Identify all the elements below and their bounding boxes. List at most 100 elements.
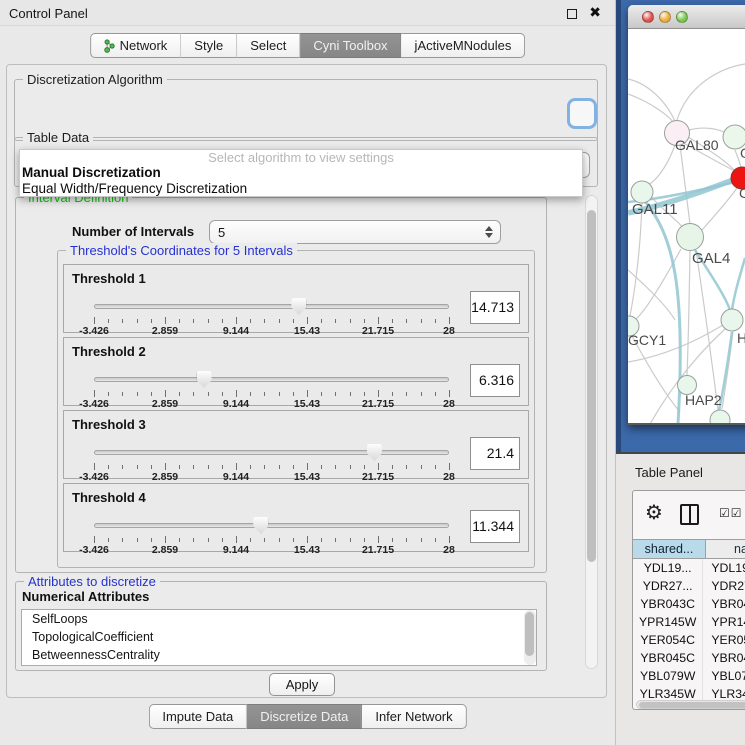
table-cell[interactable]: YBL079W <box>703 667 745 685</box>
threshold-value-field[interactable]: 11.344 <box>470 510 520 543</box>
network-edge[interactable] <box>630 203 642 316</box>
tick-label: 9.144 <box>223 325 249 337</box>
table-row[interactable]: YDR27...YDR27... <box>633 577 745 595</box>
attribute-item-topologicalcoefficient[interactable]: TopologicalCoefficient <box>22 628 536 646</box>
threshold-slider-track[interactable] <box>94 377 449 382</box>
table-row[interactable]: YPR145WYPR145W <box>633 613 745 631</box>
table-cell[interactable]: YBR043C <box>703 595 745 613</box>
attributes-list-scrollbar-thumb[interactable] <box>525 612 534 656</box>
table-cell[interactable]: YPR145W <box>703 613 745 631</box>
table-row[interactable]: YBL079WYBL079W <box>633 667 745 685</box>
apply-button[interactable]: Apply <box>269 673 335 696</box>
network-node-gal11[interactable] <box>631 181 653 203</box>
tick-mark <box>435 465 436 469</box>
table-row[interactable]: YBR045CYBR045C <box>633 649 745 667</box>
table-row[interactable]: YER054CYER054C <box>633 631 745 649</box>
attributes-list-scrollbar[interactable] <box>524 610 536 665</box>
tick-mark <box>179 392 180 396</box>
select-checkboxes-icon[interactable]: ☑☑ <box>719 506 743 520</box>
bottom-tab-impute-data[interactable]: Impute Data <box>148 704 247 729</box>
split-columns-icon[interactable] <box>680 504 699 525</box>
tab-cyni-toolbox[interactable]: Cyni Toolbox <box>300 33 401 58</box>
table-cell[interactable]: YBL079W <box>633 667 703 685</box>
algorithm-combobox-fragment[interactable] <box>567 98 597 129</box>
desktop-edge <box>616 0 621 452</box>
table-cell[interactable]: YDR27... <box>633 577 703 595</box>
threshold-value-field[interactable]: 6.316 <box>470 364 520 397</box>
attribute-item-selfloops[interactable]: SelfLoops <box>22 610 536 628</box>
algorithm-popup-hint: Select algorithm to view settings <box>20 150 582 165</box>
threshold-slider-track[interactable] <box>94 523 449 528</box>
numerical-attributes-list[interactable]: SelfLoopsTopologicalCoefficientBetweenne… <box>21 609 537 666</box>
network-edge[interactable] <box>628 79 675 121</box>
network-edge[interactable] <box>648 145 675 185</box>
content-vertical-scrollbar-thumb[interactable] <box>587 210 596 562</box>
close-icon[interactable]: ✖ <box>589 4 601 21</box>
number-of-intervals-combobox[interactable]: 5 <box>209 220 501 244</box>
network-edge[interactable] <box>677 64 745 120</box>
column-header-shared[interactable]: shared... <box>633 539 706 559</box>
attribute-item-betweennesscentrality[interactable]: BetweennessCentrality <box>22 646 536 664</box>
network-edge[interactable] <box>702 188 737 230</box>
tab-style[interactable]: Style <box>181 33 237 58</box>
threshold-value-field[interactable]: 14.713 <box>470 291 520 324</box>
mac-close-icon[interactable] <box>642 11 654 23</box>
table-cell[interactable]: YBR045C <box>633 649 703 667</box>
table-cell[interactable]: YBR043C <box>633 595 703 613</box>
content-vertical-scrollbar[interactable] <box>585 195 598 669</box>
tab-network[interactable]: Network <box>90 33 182 58</box>
control-panel: Control Panel ✖ NetworkStyleSelectCyni T… <box>0 0 616 745</box>
network-edge[interactable] <box>644 200 680 423</box>
tick-label: 21.715 <box>362 398 394 410</box>
mac-minimize-icon[interactable] <box>659 11 671 23</box>
mac-zoom-icon[interactable] <box>676 11 688 23</box>
threshold-slider-track[interactable] <box>94 450 449 455</box>
tab-style-label: Style <box>194 38 223 53</box>
threshold-slider-thumb[interactable] <box>291 298 306 315</box>
network-node-gal4[interactable] <box>677 224 704 251</box>
table-cell[interactable]: YDL19... <box>703 559 745 577</box>
table-row[interactable]: YDL19...YDL19... <box>633 559 745 577</box>
table-cell[interactable]: YDR27... <box>703 577 745 595</box>
network-window-titlebar[interactable] <box>628 5 745 29</box>
algorithm-option-manual-discretization[interactable]: Manual Discretization <box>20 165 582 181</box>
tick-mark <box>250 392 251 396</box>
tick-mark <box>236 536 237 543</box>
table-cell[interactable]: YBR045C <box>703 649 745 667</box>
tab-select[interactable]: Select <box>237 33 300 58</box>
table-horizontal-scrollbar[interactable] <box>636 700 745 709</box>
network-node[interactable] <box>710 410 730 423</box>
tab-jactivemnodules-label: jActiveMNodules <box>415 38 512 53</box>
tick-mark <box>406 319 407 323</box>
threshold-slider-track[interactable] <box>94 304 449 309</box>
table-cell[interactable]: YDL19... <box>633 559 703 577</box>
float-window-icon[interactable] <box>567 9 577 19</box>
network-edge[interactable] <box>687 251 690 375</box>
tab-jactivemnodules[interactable]: jActiveMNodules <box>402 33 526 58</box>
network-edge[interactable] <box>628 270 675 320</box>
threshold-slider-thumb[interactable] <box>253 517 268 534</box>
table-cell[interactable]: YER054C <box>703 631 745 649</box>
gear-icon[interactable]: ⚙ <box>645 501 663 525</box>
network-edge[interactable] <box>689 128 724 132</box>
table-cell[interactable]: YPR145W <box>633 613 703 631</box>
network-edge[interactable] <box>628 94 674 123</box>
table-horizontal-scrollbar-thumb[interactable] <box>639 702 745 708</box>
algorithm-option-equal-width-frequency-discretization[interactable]: Equal Width/Frequency Discretization <box>20 181 582 197</box>
tab-network-label: Network <box>120 38 168 53</box>
threshold-value-field[interactable]: 21.4 <box>470 437 520 470</box>
threshold-slider-thumb[interactable] <box>197 371 212 388</box>
network-edge[interactable] <box>680 145 690 224</box>
table-row[interactable]: YBR043CYBR043C <box>633 595 745 613</box>
bottom-tab-infer-network[interactable]: Infer Network <box>362 704 466 729</box>
column-header-name[interactable]: name <box>706 539 745 559</box>
threshold-slider-thumb[interactable] <box>367 444 382 461</box>
network-node-h[interactable] <box>721 309 743 331</box>
table-cell[interactable]: YER054C <box>633 631 703 649</box>
bottom-tab-discretize-data[interactable]: Discretize Data <box>247 704 362 729</box>
tick-label: 21.715 <box>362 544 394 556</box>
network-canvas[interactable]: GAL80GACGAL11GAL4GCY1HHAP2 <box>628 30 745 423</box>
tick-mark <box>236 463 237 470</box>
tick-mark <box>122 465 123 469</box>
network-edge[interactable] <box>732 258 745 310</box>
